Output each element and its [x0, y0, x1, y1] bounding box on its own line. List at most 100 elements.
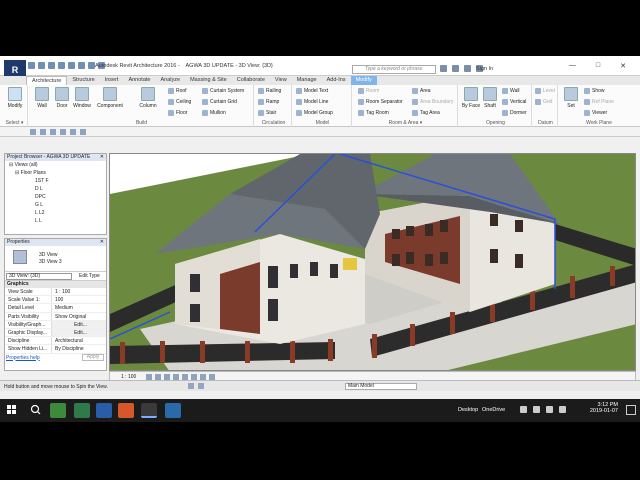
tab-manage[interactable]: Manage [292, 76, 322, 85]
tab-insert[interactable]: Insert [100, 76, 124, 85]
window-button[interactable]: Window [72, 87, 92, 109]
graphics-group-header[interactable]: Graphics [5, 281, 106, 288]
communication-icon[interactable] [464, 65, 471, 72]
viewer-button[interactable]: Viewer [584, 110, 607, 116]
open-icon[interactable] [28, 62, 35, 69]
active-workset-select[interactable]: Main Model [345, 383, 417, 390]
column-button[interactable]: Column [138, 87, 158, 109]
room-area-group-label[interactable]: Room & Area ▾ [354, 120, 457, 126]
area-boundary-button[interactable]: Area Boundary [412, 99, 453, 105]
grid-button[interactable]: Grid [535, 99, 552, 105]
print-icon[interactable] [68, 62, 75, 69]
text-icon[interactable] [88, 62, 95, 69]
underlay-icon[interactable] [40, 129, 46, 135]
close-icon[interactable]: ✕ [100, 239, 104, 246]
pin-icon[interactable] [50, 129, 56, 135]
railing-button[interactable]: Railing [258, 88, 281, 94]
level-button[interactable]: Level [535, 88, 555, 94]
graphic-display-edit-button[interactable]: Edit... [51, 328, 106, 337]
area-button[interactable]: Area [412, 88, 431, 94]
floor-button[interactable]: Floor [168, 110, 187, 116]
component-button[interactable]: Component [96, 87, 124, 109]
roof-button[interactable]: Roof [168, 88, 187, 94]
shaft-button[interactable]: Shaft [480, 87, 500, 109]
drag-icon[interactable] [70, 129, 76, 135]
tree-item-plan[interactable]: D L [5, 185, 106, 193]
search-input[interactable]: Type a keyword or phrase [352, 65, 436, 74]
firefox-app-icon[interactable] [118, 403, 134, 418]
filter-icon[interactable] [80, 129, 86, 135]
undo-icon[interactable] [48, 62, 55, 69]
face-icon[interactable] [60, 129, 66, 135]
clock[interactable]: 3:12 PM 2019-01-07 [590, 402, 618, 414]
vertical-opening-button[interactable]: Vertical [502, 99, 526, 105]
tab-annotate[interactable]: Annotate [123, 76, 155, 85]
model-line-button[interactable]: Model Line [296, 99, 328, 105]
tag-area-button[interactable]: Tag Area [412, 110, 440, 116]
model-group-button[interactable]: Model Group [296, 110, 333, 116]
windows-start-icon[interactable] [7, 405, 17, 415]
prop-value[interactable]: 100 [51, 296, 106, 304]
tab-massing-site[interactable]: Massing & Site [185, 76, 232, 85]
sync-icon[interactable] [198, 383, 204, 389]
sign-in-button[interactable]: Sign In [476, 66, 493, 72]
tab-modify[interactable]: Modify [350, 76, 377, 85]
close-button[interactable]: ✕ [620, 62, 626, 70]
prop-value[interactable]: 1 : 100 [51, 288, 106, 296]
prop-value[interactable]: Show Original [51, 312, 106, 320]
volume-icon[interactable] [546, 406, 553, 413]
link-icon[interactable] [30, 129, 36, 135]
tree-item-floor-plans[interactable]: ⊟ Floor Plans [5, 169, 106, 177]
word-app-icon[interactable] [96, 403, 112, 418]
show-work-plane-button[interactable]: Show [584, 88, 605, 94]
media-app-icon[interactable] [74, 403, 90, 418]
search-icon[interactable] [440, 65, 447, 72]
network-icon[interactable] [533, 406, 540, 413]
edit-type-button[interactable]: Edit Type [79, 273, 100, 280]
curtain-grid-button[interactable]: Curtain Grid [202, 99, 237, 105]
wall-button[interactable]: Wall [32, 87, 52, 109]
stair-button[interactable]: Stair [258, 110, 276, 116]
subscription-icon[interactable] [452, 65, 459, 72]
mullion-button[interactable]: Mullion [202, 110, 226, 116]
notification-icon[interactable] [626, 405, 636, 415]
model-text-button[interactable]: Model Text [296, 88, 328, 94]
worksets-icon[interactable] [188, 383, 194, 389]
ref-plane-button[interactable]: Ref Plane [584, 99, 614, 105]
tree-item-plan[interactable]: 1ST F [5, 177, 106, 185]
chrome-app-icon[interactable] [50, 403, 66, 418]
tag-room-button[interactable]: Tag Room [358, 110, 389, 116]
tree-item-plan[interactable]: DPC [5, 193, 106, 201]
tree-item-views[interactable]: ⊟ Views (all) [5, 161, 106, 169]
apply-button[interactable]: Apply [82, 353, 104, 361]
prop-value[interactable]: Medium [51, 304, 106, 312]
tab-collaborate[interactable]: Collaborate [232, 76, 270, 85]
visibility-edit-button[interactable]: Edit... [51, 320, 106, 328]
curtain-system-button[interactable]: Curtain System [202, 88, 244, 94]
door-button[interactable]: Door [52, 87, 72, 109]
battery-icon[interactable] [559, 406, 566, 413]
instance-selector[interactable]: 3D View: {3D} [6, 273, 72, 280]
room-button[interactable]: Room [358, 88, 379, 94]
remote-app-icon[interactable] [165, 403, 181, 418]
modify-button[interactable]: Modify [5, 87, 25, 109]
prop-value[interactable]: Architectural [51, 337, 106, 345]
save-icon[interactable] [38, 62, 45, 69]
minimize-button[interactable]: — [569, 62, 576, 70]
tab-architecture[interactable]: Architecture [26, 76, 68, 85]
ceiling-button[interactable]: Ceiling [168, 99, 191, 105]
measure-icon[interactable] [78, 62, 85, 69]
tab-add-ins[interactable]: Add-Ins [322, 76, 351, 85]
tree-item-plan[interactable]: L L2 [5, 209, 106, 217]
dormer-button[interactable]: Dormer [502, 110, 527, 116]
type-selector[interactable]: 3D View 3D View 3 [5, 246, 106, 272]
room-separator-button[interactable]: Room Separator [358, 99, 403, 105]
ramp-button[interactable]: Ramp [258, 99, 279, 105]
close-icon[interactable]: ✕ [100, 154, 104, 161]
prop-value[interactable]: By Discipline [51, 345, 106, 353]
redo-icon[interactable] [58, 62, 65, 69]
set-work-plane-button[interactable]: Set [561, 87, 581, 109]
show-hidden-icon[interactable] [520, 406, 527, 413]
tab-structure[interactable]: Structure [67, 76, 99, 85]
tree-item-plan[interactable]: G L [5, 201, 106, 209]
